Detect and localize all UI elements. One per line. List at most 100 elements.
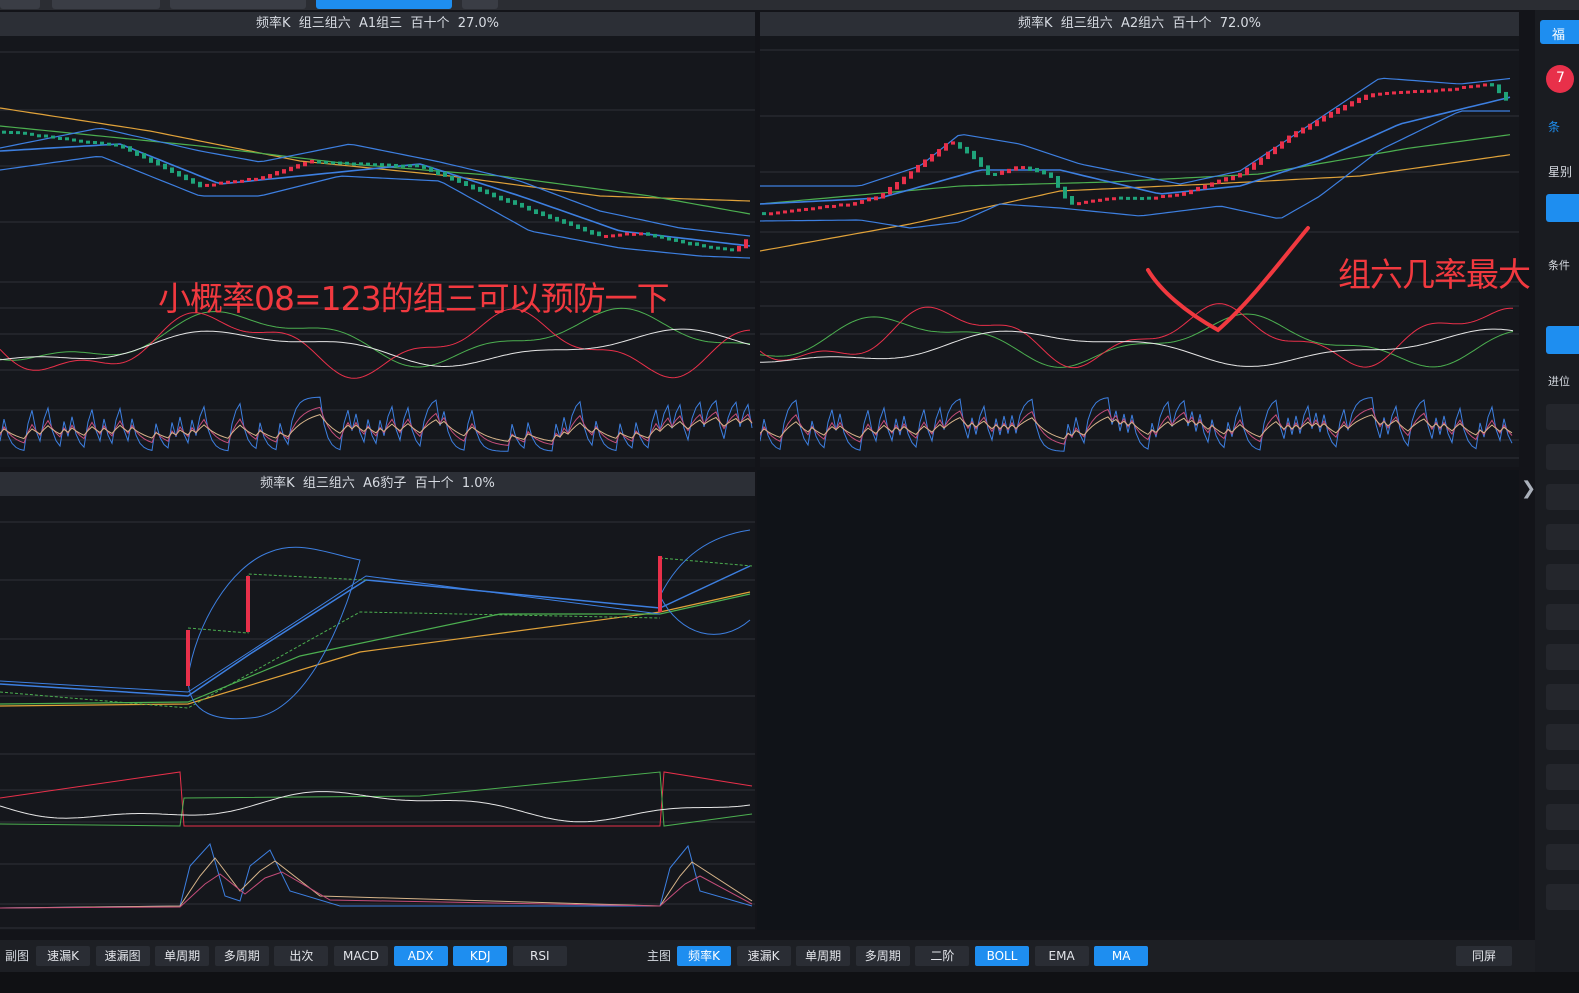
candle — [1273, 146, 1277, 155]
candle — [776, 211, 780, 215]
boll-envelope-2 — [659, 529, 751, 635]
sub-chart-button-0[interactable]: 速漏K — [36, 946, 90, 966]
sidebar-item-2[interactable] — [1546, 484, 1579, 510]
candle — [541, 211, 545, 217]
candle — [958, 142, 962, 149]
main-chart-button-6[interactable]: EMA — [1034, 946, 1089, 966]
sub-chart-button-7[interactable]: KDJ — [453, 946, 508, 966]
candle — [72, 138, 76, 142]
candle — [1455, 87, 1459, 91]
candle — [1406, 90, 1410, 94]
empty-chart-area — [757, 470, 1519, 930]
kdj-blue-line — [0, 396, 753, 452]
sub-chart-button-3[interactable]: 多周期 — [214, 946, 269, 966]
main-chart-button-5[interactable]: BOLL — [975, 946, 1029, 966]
candle — [114, 143, 118, 147]
sidebar-item-6[interactable] — [1546, 644, 1579, 670]
home-tab[interactable] — [0, 0, 40, 9]
adx-green-line — [760, 313, 1514, 368]
candle — [170, 167, 174, 173]
candle — [240, 179, 244, 183]
chart-a6[interactable] — [0, 496, 755, 930]
candle — [1497, 84, 1501, 94]
candle — [1007, 168, 1011, 174]
chart-panel-a6[interactable]: 频率K 组三组六 A6豹子 百十个 1.0% — [0, 472, 755, 930]
tab-group3-group6[interactable] — [316, 0, 452, 9]
sidebar-item-11[interactable] — [1546, 844, 1579, 870]
candle — [1420, 89, 1424, 93]
sidebar-item-10[interactable] — [1546, 804, 1579, 830]
candle — [1000, 170, 1004, 175]
candle — [1091, 199, 1095, 203]
sidebar-badge[interactable]: 7 — [1546, 65, 1574, 93]
candle — [121, 144, 125, 149]
tab-group-form[interactable] — [170, 0, 306, 9]
candle — [359, 162, 363, 166]
main-chart-button-1[interactable]: 速漏K — [736, 946, 791, 966]
candle — [993, 173, 997, 177]
collapse-arrow-icon[interactable]: ❯ — [1521, 478, 1536, 499]
candle — [1378, 92, 1382, 96]
candle — [135, 150, 139, 156]
candle — [485, 189, 489, 195]
sidebar-item-4[interactable] — [1546, 564, 1579, 590]
sub-chart-button-5[interactable]: MACD — [334, 946, 388, 966]
chart-panel-a1[interactable]: 频率K 组三组六 A1组三 百十个 27.0% — [0, 12, 755, 467]
sidebar-item-12[interactable] — [1546, 884, 1579, 910]
candle — [1210, 182, 1214, 187]
candle — [1168, 194, 1172, 198]
sub-chart-button-6[interactable]: ADX — [393, 946, 448, 966]
candle — [219, 181, 223, 185]
candle — [51, 135, 55, 139]
candle — [674, 238, 678, 242]
main-chart-button-2[interactable]: 单周期 — [796, 946, 851, 966]
boll-envelope-1 — [187, 546, 361, 720]
main-chart-button-0[interactable]: 频率K — [677, 946, 731, 966]
candle — [128, 146, 132, 152]
candle — [1371, 93, 1375, 98]
main-chart-button-3[interactable]: 多周期 — [855, 946, 910, 966]
candle — [408, 164, 412, 168]
sub-chart-button-1[interactable]: 速漏图 — [95, 946, 150, 966]
candle — [1028, 166, 1032, 171]
sidebar-item-7[interactable] — [1546, 684, 1579, 710]
candle — [723, 247, 727, 251]
tab-numbers[interactable] — [52, 0, 160, 9]
candle — [1217, 179, 1221, 184]
candle — [457, 177, 461, 183]
candle — [604, 234, 608, 238]
candle — [352, 162, 356, 166]
same-screen-button[interactable]: 同屏 — [1456, 946, 1512, 966]
candle — [65, 137, 69, 141]
candle — [1322, 115, 1326, 122]
top-tab-bar — [0, 0, 1579, 10]
ma-green-line — [760, 134, 1511, 205]
add-tab-button[interactable] — [462, 0, 498, 9]
sidebar-text-condition[interactable]: 条 — [1548, 118, 1560, 135]
sub-chart-button-2[interactable]: 单周期 — [155, 946, 210, 966]
candle — [797, 208, 801, 212]
sidebar-item-8[interactable] — [1546, 724, 1579, 750]
candle — [709, 245, 713, 249]
candle — [1462, 85, 1466, 89]
sidebar-top-button[interactable]: 福 — [1540, 20, 1579, 44]
candle — [149, 157, 153, 163]
chart-a1[interactable] — [0, 36, 755, 467]
candle — [303, 161, 307, 167]
candle — [527, 205, 531, 211]
sidebar-item-0[interactable] — [1546, 404, 1579, 430]
sub-chart-button-4[interactable]: 出次 — [274, 946, 329, 966]
sidebar-item-5[interactable] — [1546, 604, 1579, 630]
sidebar-item-1[interactable] — [1546, 444, 1579, 470]
main-chart-button-7[interactable]: MA — [1094, 946, 1149, 966]
sidebar-item-9[interactable] — [1546, 764, 1579, 790]
sub-chart-button-8[interactable]: RSI — [512, 946, 567, 966]
candle — [282, 169, 286, 174]
sidebar-blue-button-2[interactable] — [1546, 326, 1579, 354]
sidebar-item-3[interactable] — [1546, 524, 1579, 550]
boll-mid-line — [0, 143, 751, 247]
main-chart-button-4[interactable]: 二阶 — [915, 946, 970, 966]
candle — [93, 141, 97, 145]
candle — [226, 180, 230, 184]
sidebar-blue-button-1[interactable] — [1546, 194, 1579, 222]
